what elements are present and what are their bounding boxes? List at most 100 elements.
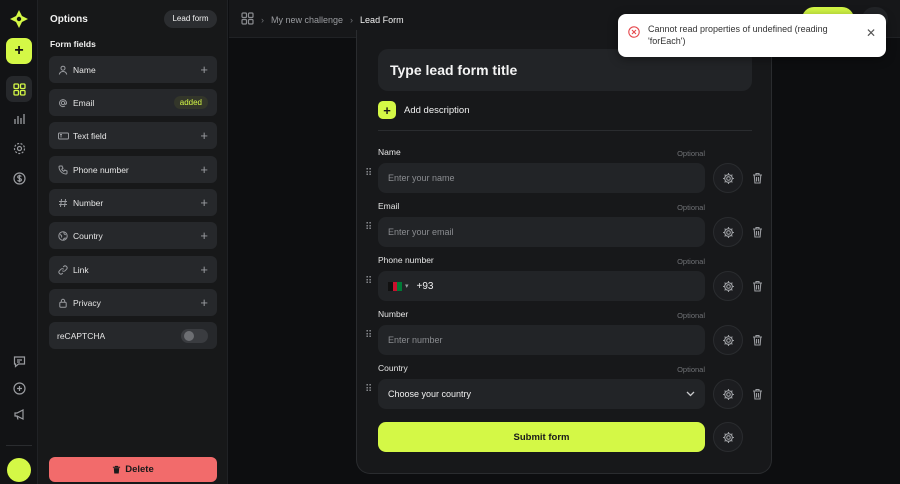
breadcrumb-parent[interactable]: My new challenge (271, 15, 343, 25)
optional-label: Optional (677, 203, 705, 212)
panel-title: Options (50, 14, 88, 25)
app-rail: + (0, 0, 38, 484)
delete-button[interactable]: Delete (49, 457, 217, 482)
field-item-label: Text field (73, 130, 107, 141)
field-label: Number (378, 309, 409, 319)
rail-divider (6, 445, 32, 446)
create-new-button[interactable]: + (6, 38, 32, 64)
field-item-phone-number[interactable]: Phone number + (49, 156, 217, 183)
field-item-text-field[interactable]: Text field + (49, 122, 217, 149)
chart-icon[interactable] (6, 105, 32, 131)
chevron-down-icon[interactable]: ▾ (405, 282, 409, 290)
close-icon[interactable]: ✕ (866, 26, 876, 40)
gear-icon[interactable] (713, 325, 743, 355)
field-item-recaptcha: reCAPTCHA (49, 322, 217, 349)
field-item-label: Name (73, 64, 96, 75)
plus-icon[interactable]: + (200, 129, 208, 142)
trash-icon[interactable] (750, 223, 764, 241)
trash-icon[interactable] (750, 169, 764, 187)
gear-icon[interactable] (713, 217, 743, 247)
form-field-name: Name Optional ⠿ Enter your name (357, 147, 773, 203)
field-item-label: Number (73, 197, 104, 208)
apps-icon[interactable] (241, 12, 254, 27)
field-item-label: Country (73, 230, 103, 241)
optional-label: Optional (677, 257, 705, 266)
user-icon (57, 64, 69, 76)
recaptcha-toggle[interactable] (181, 328, 208, 343)
field-item-name[interactable]: Name + (49, 56, 217, 83)
phone-code: +93 (416, 280, 434, 292)
grid-icon[interactable] (6, 76, 32, 102)
add-description-button[interactable]: + Add description (378, 101, 469, 119)
globe-icon (57, 230, 69, 242)
at-icon (57, 97, 69, 109)
form-card: Type lead form title + Add description N… (356, 30, 772, 474)
afghanistan-flag-icon[interactable] (388, 281, 403, 291)
plus-icon[interactable]: + (200, 263, 208, 276)
avatar[interactable] (7, 458, 31, 482)
added-badge: added (173, 96, 208, 109)
form-field-phone: Phone number Optional ⠿ ▾ +93 (357, 255, 773, 311)
trash-icon[interactable] (750, 385, 764, 403)
settings-gear-icon[interactable] (6, 135, 32, 161)
plus-icon[interactable]: + (200, 163, 208, 176)
name-input[interactable]: Enter your name (378, 163, 705, 193)
plus-icon[interactable]: + (200, 196, 208, 209)
dollar-icon[interactable] (6, 165, 32, 191)
chevron-right-icon: › (350, 14, 354, 25)
field-item-label: Link (73, 264, 89, 275)
field-item-email[interactable]: Email added (49, 89, 217, 116)
field-item-privacy[interactable]: Privacy + (49, 289, 217, 316)
chevron-right-icon: › (261, 14, 264, 25)
optional-label: Optional (677, 365, 705, 374)
drag-handle-icon[interactable]: ⠿ (365, 169, 373, 179)
trash-icon[interactable] (750, 277, 764, 295)
drag-handle-icon[interactable]: ⠿ (365, 385, 373, 395)
field-item-number[interactable]: Number + (49, 189, 217, 216)
plus-icon[interactable]: + (200, 63, 208, 76)
app-logo-icon[interactable] (9, 9, 29, 29)
add-description-label: Add description (404, 104, 470, 116)
gear-icon[interactable] (713, 422, 743, 452)
link-icon (57, 264, 69, 276)
field-label: Country (378, 363, 408, 373)
trash-icon[interactable] (750, 331, 764, 349)
lock-icon (57, 297, 69, 309)
plus-icon: + (378, 101, 396, 119)
main-area: › My new challenge › Lead Form Type lead… (229, 0, 900, 484)
trash-icon (113, 465, 121, 474)
field-item-country[interactable]: Country + (49, 222, 217, 249)
gear-icon[interactable] (713, 163, 743, 193)
gear-icon[interactable] (713, 379, 743, 409)
drag-handle-icon[interactable]: ⠿ (365, 331, 373, 341)
gear-icon[interactable] (713, 271, 743, 301)
optional-label: Optional (677, 311, 705, 320)
delete-label: Delete (125, 464, 154, 475)
field-label: Name (378, 147, 401, 157)
plus-icon[interactable]: + (200, 229, 208, 242)
phone-icon (57, 164, 69, 176)
submit-form-button[interactable]: Submit form (378, 422, 705, 452)
drag-handle-icon[interactable]: ⠿ (365, 223, 373, 233)
optional-label: Optional (677, 149, 705, 158)
form-field-country: Country Optional ⠿ Choose your country (357, 363, 773, 419)
chevron-down-icon (686, 391, 695, 397)
field-item-label: Phone number (73, 164, 129, 175)
phone-input[interactable]: ▾ +93 (378, 271, 705, 301)
country-select[interactable]: Choose your country (378, 379, 705, 409)
field-item-label: reCAPTCHA (57, 330, 106, 341)
add-circle-icon[interactable] (6, 375, 32, 401)
field-item-link[interactable]: Link + (49, 256, 217, 283)
toast-message: Cannot read properties of undefined (rea… (648, 24, 828, 46)
drag-handle-icon[interactable]: ⠿ (365, 277, 373, 287)
number-input[interactable]: Enter number (378, 325, 705, 355)
plus-icon[interactable]: + (200, 296, 208, 309)
megaphone-icon[interactable] (6, 401, 32, 427)
email-input[interactable]: Enter your email (378, 217, 705, 247)
country-select-value: Choose your country (388, 389, 472, 399)
lead-form-button[interactable]: Lead form (164, 10, 217, 28)
breadcrumb-current: Lead Form (360, 14, 404, 25)
hash-icon (57, 197, 69, 209)
chat-icon[interactable] (6, 348, 32, 374)
form-field-email: Email Optional ⠿ Enter your email (357, 201, 773, 257)
